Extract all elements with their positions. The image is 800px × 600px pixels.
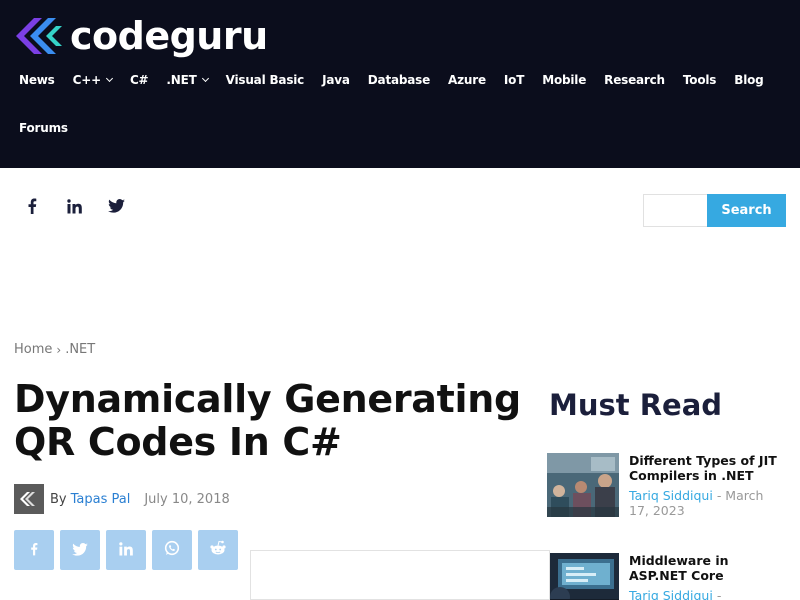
nav-item-net[interactable]: .NET <box>166 73 209 87</box>
article-thumbnail[interactable] <box>547 453 619 517</box>
nav-item-label: .NET <box>166 73 197 87</box>
nav-item-blog[interactable]: Blog <box>734 73 763 87</box>
article-meta: By Tapas Pal July 10, 2018 <box>14 484 230 514</box>
nav-item-visual-basic[interactable]: Visual Basic <box>225 73 305 87</box>
share-twitter-button[interactable] <box>60 530 100 570</box>
must-read-title[interactable]: Different Types of JIT Compilers in .NET <box>629 453 787 483</box>
twitter-icon <box>72 541 88 560</box>
facebook-icon[interactable] <box>22 196 42 216</box>
article-thumbnail[interactable] <box>550 553 619 600</box>
chevron-down-icon <box>105 74 113 83</box>
facebook-icon <box>30 541 38 560</box>
logo-mark-icon <box>12 16 64 56</box>
logo[interactable]: codeguru <box>12 14 268 58</box>
nav-item-label: Tools <box>682 73 717 87</box>
nav-item-label: Azure <box>448 73 486 87</box>
share-reddit-button[interactable] <box>198 530 238 570</box>
must-read-meta: Tariq Siddiqui - <box>629 588 787 600</box>
breadcrumb-current[interactable]: .NET <box>65 342 95 357</box>
nav-item-tools[interactable]: Tools <box>682 73 717 87</box>
nav-item-label: Mobile <box>542 73 587 87</box>
breadcrumb: Home › .NET <box>14 342 95 357</box>
nav-item-c[interactable]: C# <box>129 73 149 87</box>
chevron-down-icon <box>201 74 209 83</box>
share-whatsapp-button[interactable] <box>152 530 192 570</box>
share-buttons <box>14 530 244 570</box>
nav-item-label: News <box>19 73 55 87</box>
breadcrumb-separator: › <box>56 342 62 357</box>
article-title: Dynamically Generating QR Codes In C# <box>14 377 521 464</box>
nav-item-forums[interactable]: Forums <box>19 121 68 135</box>
logo-text: codeguru <box>70 14 268 58</box>
nav-item-java[interactable]: Java <box>322 73 350 87</box>
author-link[interactable]: Tapas Pal <box>71 492 131 507</box>
nav-item-label: Research <box>604 73 665 87</box>
must-read-author[interactable]: Tariq Siddiqui <box>629 588 713 600</box>
search-input[interactable] <box>643 194 708 227</box>
nav-item-news[interactable]: News <box>19 73 55 87</box>
meta-separator: - <box>716 588 722 600</box>
breadcrumb-home[interactable]: Home <box>14 342 52 357</box>
main-nav-row-2: Forums <box>19 121 86 135</box>
social-links <box>22 196 148 216</box>
reddit-icon <box>209 540 227 560</box>
nav-item-label: C++ <box>72 73 102 87</box>
by-label: By <box>50 491 67 507</box>
site-header: codeguru News C++ C# .NET Visual Basic Java Da… <box>0 0 800 168</box>
nav-item-azure[interactable]: Azure <box>448 73 486 87</box>
share-linkedin-button[interactable] <box>106 530 146 570</box>
nav-item-mobile[interactable]: Mobile <box>542 73 586 87</box>
main-nav: News C++ C# .NET Visual Basic Java Database Azu… <box>19 73 782 87</box>
share-facebook-button[interactable] <box>14 530 54 570</box>
nav-item-iot[interactable]: IoT <box>504 73 524 87</box>
must-read-title[interactable]: Middleware in ASP.NET Core <box>629 553 787 583</box>
linkedin-icon[interactable] <box>64 196 84 216</box>
nav-item-research[interactable]: Research <box>604 73 665 87</box>
nav-item-label: Forums <box>19 121 68 135</box>
ad-banner[interactable] <box>250 550 550 600</box>
publish-date: July 10, 2018 <box>144 491 230 507</box>
nav-item-label: Visual Basic <box>225 73 305 87</box>
avatar[interactable] <box>14 484 44 514</box>
must-read-author[interactable]: Tariq Siddiqui <box>629 488 713 503</box>
nav-item-label: Database <box>367 73 431 87</box>
nav-item-label: C# <box>129 73 149 87</box>
nav-item-label: Blog <box>734 73 764 87</box>
nav-item-c[interactable]: C++ <box>72 73 113 87</box>
whatsapp-icon <box>164 540 180 560</box>
twitter-icon[interactable] <box>106 196 126 216</box>
nav-item-label: IoT <box>503 73 525 87</box>
search-button[interactable]: Search <box>707 194 786 227</box>
must-read-meta: Tariq Siddiqui - March 17, 2023 <box>629 488 787 518</box>
nav-item-database[interactable]: Database <box>368 73 430 87</box>
must-read-heading: Must Read <box>549 388 723 422</box>
linkedin-icon <box>119 541 133 560</box>
nav-item-label: Java <box>322 73 350 87</box>
